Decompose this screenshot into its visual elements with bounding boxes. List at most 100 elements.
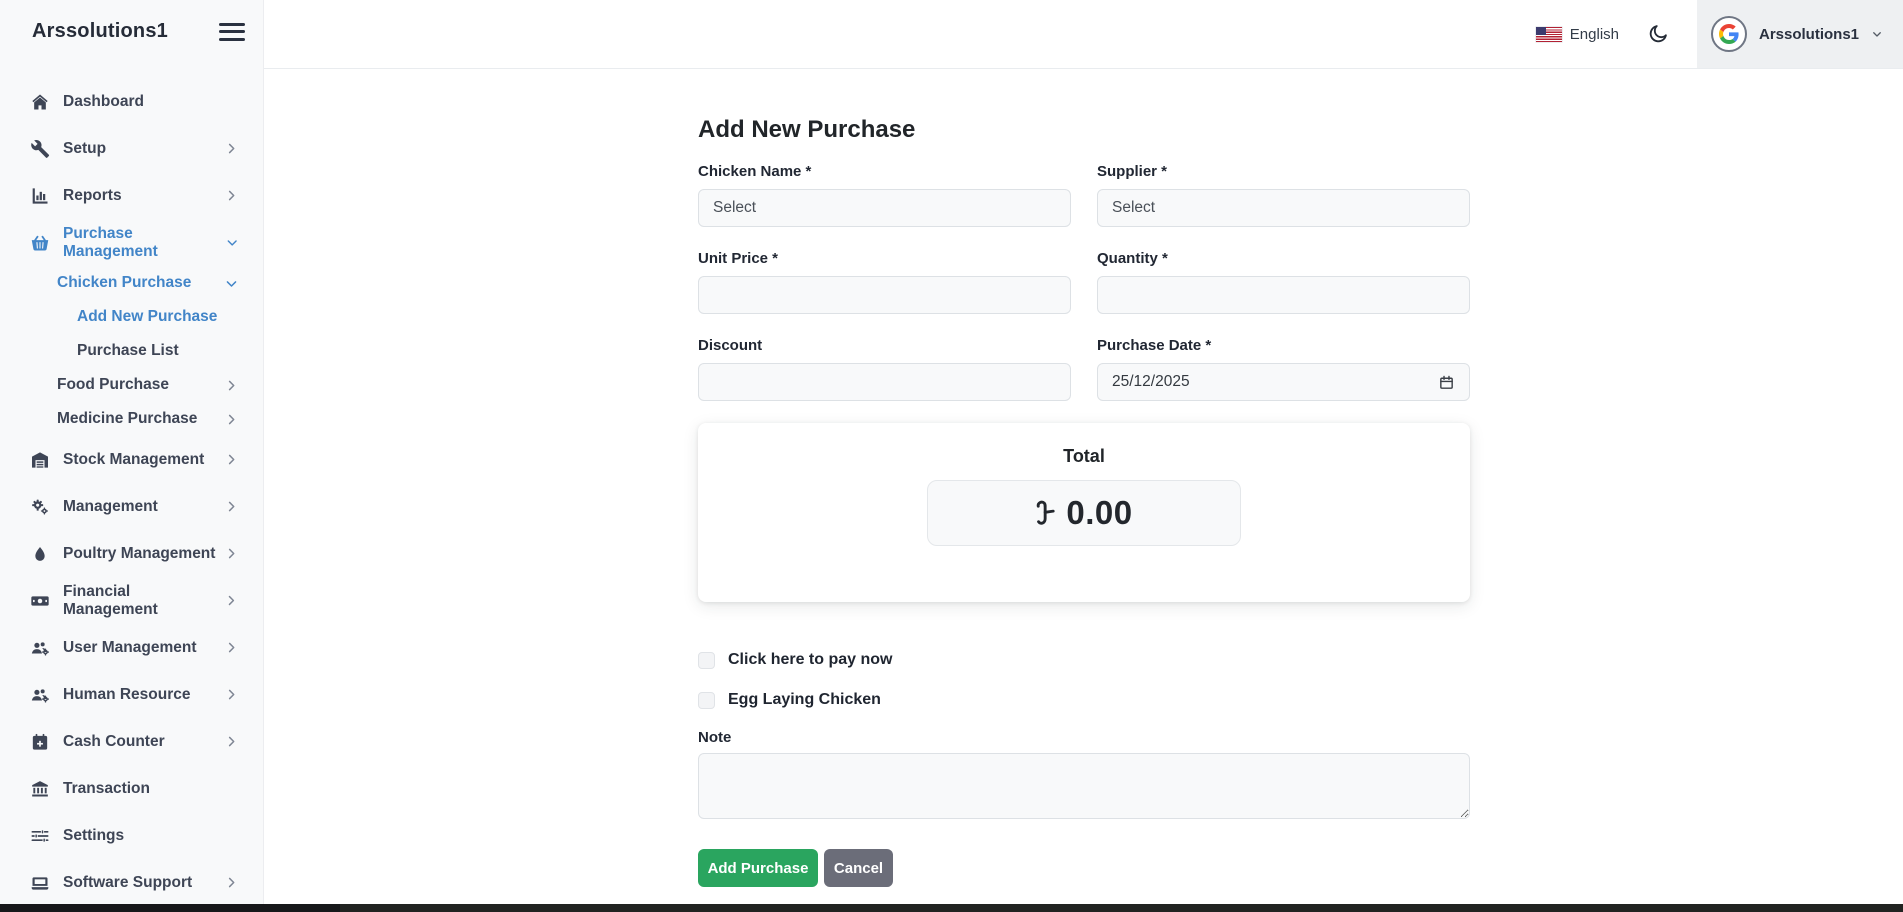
chevron-right-icon xyxy=(228,877,235,888)
chevron-right-icon xyxy=(228,642,235,653)
discount-input[interactable] xyxy=(698,363,1071,401)
total-amount-box: 0.00 xyxy=(927,480,1241,546)
hamburger-menu-icon[interactable] xyxy=(219,22,245,42)
supplier-select[interactable]: Select xyxy=(1097,189,1470,227)
chevron-right-icon xyxy=(228,414,235,424)
sidebar-item-user-management[interactable]: User Management xyxy=(0,624,263,671)
sidebar-item-dashboard[interactable]: Dashboard xyxy=(0,78,263,125)
moon-icon[interactable] xyxy=(1647,23,1669,45)
purchase-date-input[interactable]: 25/12/2025 xyxy=(1097,363,1470,401)
calendar-icon[interactable] xyxy=(1438,374,1455,391)
select-placeholder: Select xyxy=(1112,199,1156,216)
gears-icon xyxy=(32,499,48,515)
sidebar-item-label: Food Purchase xyxy=(57,376,169,393)
bar-chart-icon xyxy=(32,187,48,204)
sidebar-item-label: Management xyxy=(63,497,158,515)
sidebar-item-management[interactable]: Management xyxy=(0,483,263,530)
google-g-icon xyxy=(1719,24,1739,44)
chevron-right-icon xyxy=(228,454,235,465)
basket-icon xyxy=(31,235,49,250)
add-purchase-button[interactable]: Add Purchase xyxy=(698,849,818,887)
users-gear-icon xyxy=(31,688,49,702)
sidebar-item-medicine-purchase[interactable]: Medicine Purchase xyxy=(0,402,263,436)
sidebar-item-add-new-purchase[interactable]: Add New Purchase xyxy=(0,300,263,334)
sidebar-item-purchase-list[interactable]: Purchase List xyxy=(0,334,263,368)
note-textarea[interactable] xyxy=(698,753,1470,819)
pay-now-checkbox[interactable] xyxy=(698,651,715,669)
discount-label: Discount xyxy=(698,337,763,354)
chevron-down-icon xyxy=(226,280,237,287)
page-title: Add New Purchase xyxy=(698,116,916,143)
sidebar-item-transaction[interactable]: Transaction xyxy=(0,765,263,812)
sidebar-item-label: Setup xyxy=(63,139,107,157)
unit-price-label: Unit Price * xyxy=(698,250,779,267)
sidebar-item-label: Reports xyxy=(63,186,122,204)
sidebar-item-setup[interactable]: Setup xyxy=(0,125,263,172)
sidebar-item-label: Financial Management xyxy=(63,582,158,618)
bottom-bar xyxy=(0,904,1903,912)
quantity-input[interactable] xyxy=(1097,276,1470,314)
brand-title: Arssolutions1 xyxy=(32,20,168,42)
chicken-name-label: Chicken Name * xyxy=(698,163,812,180)
sidebar-item-label: Chicken Purchase xyxy=(57,274,192,291)
wrench-icon xyxy=(31,139,50,158)
select-placeholder: Select xyxy=(713,199,757,216)
sidebar-item-software-support[interactable]: Software Support xyxy=(0,859,263,906)
total-card: Total 0.00 xyxy=(698,423,1470,602)
chicken-name-select[interactable]: Select xyxy=(698,189,1071,227)
egg-laying-label: Egg Laying Chicken xyxy=(728,691,881,708)
home-icon xyxy=(32,94,48,109)
sidebar-item-purchase-management[interactable]: Purchase Management xyxy=(0,219,263,266)
sidebar-item-food-purchase[interactable]: Food Purchase xyxy=(0,368,263,402)
sidebar-item-label: Stock Management xyxy=(63,450,205,468)
chevron-right-icon xyxy=(229,595,235,606)
banknote-icon xyxy=(31,595,49,606)
sidebar-item-poultry-management[interactable]: Poultry Management xyxy=(0,530,263,577)
calendar-plus-icon xyxy=(32,733,48,750)
purchase-date-label: Purchase Date * xyxy=(1097,337,1212,354)
chevron-right-icon xyxy=(228,548,235,559)
laptop-icon xyxy=(31,876,49,890)
sidebar-item-chicken-purchase[interactable]: Chicken Purchase xyxy=(0,266,263,300)
chevron-right-icon xyxy=(228,380,235,390)
language-selector[interactable]: English xyxy=(1535,26,1619,43)
egg-laying-checkbox-row[interactable]: Egg Laying Chicken xyxy=(698,691,881,709)
sidebar-item-cash-counter[interactable]: Cash Counter xyxy=(0,718,263,765)
sidebar-item-label: Human Resource xyxy=(63,685,191,703)
unit-price-input[interactable] xyxy=(698,276,1071,314)
sidebar-item-reports[interactable]: Reports xyxy=(0,172,263,219)
chevron-right-icon xyxy=(228,689,235,700)
sidebar: Arssolutions1 Dashboard Setup Reports Pu… xyxy=(0,0,264,904)
sidebar-item-settings[interactable]: Settings xyxy=(0,812,263,859)
note-label: Note xyxy=(698,729,732,746)
sidebar-item-stock-management[interactable]: Stock Management xyxy=(0,436,263,483)
sidebar-item-human-resource[interactable]: Human Resource xyxy=(0,671,263,718)
sidebar-item-label: Add New Purchase xyxy=(77,308,218,325)
sidebar-item-label: Dashboard xyxy=(63,92,144,110)
sidebar-item-label: User Management xyxy=(63,638,197,656)
sidebar-item-label: Purchase List xyxy=(77,342,179,359)
user-menu[interactable]: Arssolutions1 xyxy=(1697,0,1903,68)
quantity-label: Quantity * xyxy=(1097,250,1168,267)
purchase-date-value: 25/12/2025 xyxy=(1112,373,1190,390)
egg-laying-checkbox[interactable] xyxy=(698,691,715,709)
sidebar-item-label: Cash Counter xyxy=(63,732,165,750)
bank-icon xyxy=(32,780,48,796)
total-label: Total xyxy=(1063,446,1105,466)
chevron-right-icon xyxy=(228,143,235,154)
users-gear-icon xyxy=(31,641,49,655)
sidebar-item-label: Settings xyxy=(63,826,125,844)
pay-now-checkbox-row[interactable]: Click here to pay now xyxy=(698,651,892,669)
avatar xyxy=(1711,16,1747,52)
taka-currency-icon xyxy=(1037,500,1056,525)
supplier-label: Supplier * xyxy=(1097,163,1168,180)
sidebar-item-label: Poultry Management xyxy=(63,544,216,562)
warehouse-icon xyxy=(32,451,48,468)
chevron-down-icon xyxy=(227,240,237,246)
chevron-right-icon xyxy=(228,736,235,747)
chevron-right-icon xyxy=(228,190,235,201)
cancel-button[interactable]: Cancel xyxy=(824,849,893,887)
sidebar-item-financial-management[interactable]: Financial Management xyxy=(0,577,263,624)
sidebar-item-label: Transaction xyxy=(63,779,150,797)
sidebar-item-label: Software Support xyxy=(63,873,193,891)
